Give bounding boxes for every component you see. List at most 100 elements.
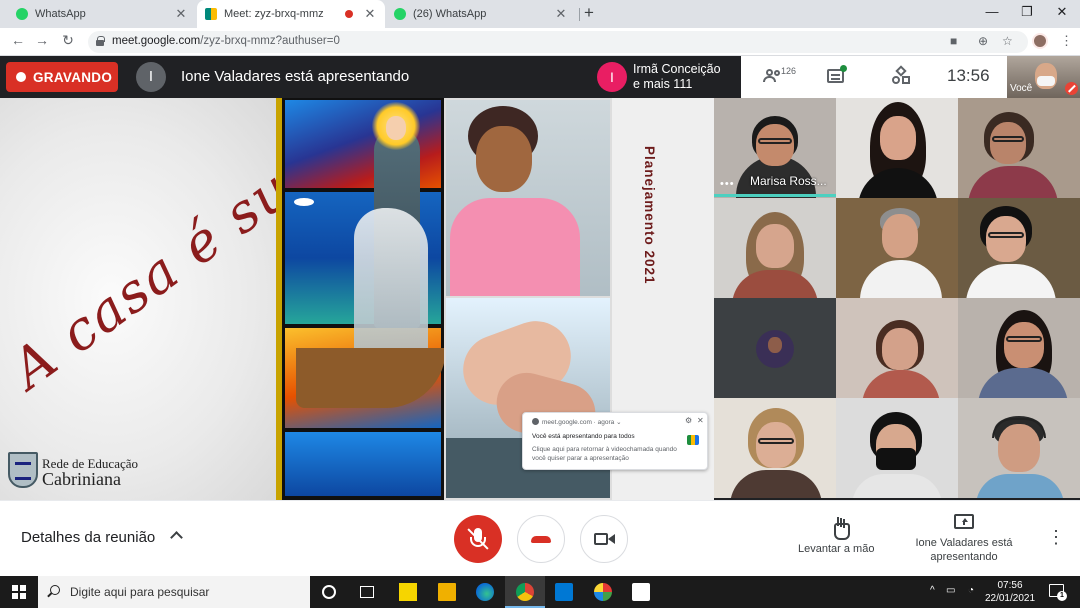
active-speaker-border xyxy=(714,194,836,197)
gear-icon[interactable]: ⚙ xyxy=(685,416,692,425)
activities-icon[interactable] xyxy=(892,65,910,85)
meeting-details-button[interactable]: Detalhes da reunião xyxy=(21,529,155,546)
store-icon[interactable] xyxy=(632,583,650,601)
edge-icon[interactable] xyxy=(476,583,494,601)
battery-icon[interactable]: ▭ xyxy=(946,585,955,596)
taskbar-clock[interactable]: 07:56 22/01/2021 xyxy=(982,579,1038,605)
raise-hand-icon[interactable] xyxy=(832,517,850,540)
tab-separator xyxy=(579,8,580,21)
video-tile[interactable] xyxy=(714,298,836,398)
bookmark-star-icon[interactable]: ☆ xyxy=(1002,34,1013,48)
notification-source: meet.google.com · agora ⌄ xyxy=(542,419,622,426)
tile-body xyxy=(978,368,1068,398)
tile-body xyxy=(858,168,938,198)
profile-avatar[interactable] xyxy=(1032,33,1048,49)
tile-face xyxy=(756,124,794,166)
video-tile[interactable] xyxy=(836,98,958,198)
video-tile[interactable] xyxy=(836,198,958,298)
speaker-label: Irmã Conceição e mais 111 xyxy=(633,62,721,92)
logo-line2: Cabriniana xyxy=(42,469,121,489)
close-tab-icon[interactable]: ✕ xyxy=(174,6,188,22)
task-view-icon[interactable] xyxy=(360,586,374,598)
photo-body xyxy=(450,198,580,296)
recording-badge[interactable]: GRAVANDO xyxy=(6,62,118,92)
notification-header: meet.google.com · agora ⌄ xyxy=(532,418,622,426)
video-tile[interactable] xyxy=(836,298,958,398)
zoom-icon[interactable]: ⊕ xyxy=(978,34,988,48)
video-tile[interactable] xyxy=(958,398,1080,498)
photo-woman xyxy=(446,100,610,296)
tab-whatsapp-2[interactable]: (26) WhatsApp ✕ xyxy=(386,0,576,28)
back-arrow-icon[interactable]: ← xyxy=(8,32,28,48)
hang-up-icon xyxy=(531,536,551,543)
minimize-icon[interactable]: — xyxy=(977,4,1007,19)
notification-count-badge: 1 xyxy=(1057,591,1067,601)
video-tile[interactable] xyxy=(714,198,836,298)
presenter-avatar: I xyxy=(136,62,166,92)
search-placeholder: Digite aqui para pesquisar xyxy=(70,585,210,599)
tile-body xyxy=(976,474,1064,498)
people-icon[interactable] xyxy=(763,69,781,83)
close-window-icon[interactable]: ✕ xyxy=(1047,4,1077,20)
forward-arrow-icon[interactable]: → xyxy=(32,32,52,48)
tab-whatsapp[interactable]: WhatsApp ✕ xyxy=(8,0,196,28)
tab-title: WhatsApp xyxy=(35,8,86,20)
whatsapp-icon xyxy=(394,8,406,20)
video-tile[interactable] xyxy=(836,398,958,498)
close-icon[interactable]: ✕ xyxy=(697,416,704,425)
chat-unread-badge xyxy=(840,65,847,72)
self-view[interactable]: Você xyxy=(1007,56,1080,98)
video-tile[interactable] xyxy=(958,198,1080,298)
record-dot-icon xyxy=(16,72,26,82)
chrome-icon[interactable] xyxy=(516,583,534,601)
tile-body xyxy=(860,260,942,298)
tile-glasses xyxy=(988,232,1024,238)
taskbar-search-box[interactable]: Digite aqui para pesquisar xyxy=(38,576,310,608)
video-tile[interactable] xyxy=(958,298,1080,398)
raise-hand-label[interactable]: Levantar a mão xyxy=(798,543,874,555)
more-options-icon[interactable]: ⋮ xyxy=(1047,527,1065,548)
leave-call-button[interactable] xyxy=(517,515,565,563)
reload-icon[interactable]: ↻ xyxy=(58,32,78,49)
screen: WhatsApp ✕ Meet: zyz-brxq-mmz ✕ (26) Wha… xyxy=(0,0,1080,608)
wifi-icon[interactable]: ◔ xyxy=(968,585,974,596)
cortana-icon[interactable] xyxy=(322,585,336,599)
lock-icon xyxy=(96,36,105,46)
tab-meet[interactable]: Meet: zyz-brxq-mmz ✕ xyxy=(197,0,385,28)
video-tile[interactable]: ••• Marisa Ross... xyxy=(714,98,836,198)
windows-start-icon[interactable] xyxy=(12,585,26,599)
mic-off-icon xyxy=(1065,82,1078,95)
video-tile[interactable] xyxy=(714,398,836,498)
self-mask xyxy=(1037,76,1055,86)
browser-toolbar: ← → ↻ meet.google.com/zyz-brxq-mmz?authu… xyxy=(0,28,1080,56)
tile-glasses xyxy=(758,138,792,144)
new-tab-button[interactable]: + xyxy=(584,3,594,23)
self-label: Você xyxy=(1010,83,1033,94)
participant-count: 126 xyxy=(781,66,797,76)
video-tile[interactable] xyxy=(958,98,1080,198)
mic-toggle-button[interactable] xyxy=(454,515,502,563)
more-options-icon[interactable]: ••• xyxy=(720,178,735,190)
camera-indicator-icon[interactable]: ■ xyxy=(950,34,957,48)
close-tab-icon[interactable]: ✕ xyxy=(363,6,377,22)
presenting-notification[interactable]: meet.google.com · agora ⌄ ⚙ ✕ Você está … xyxy=(522,412,708,470)
paint-icon[interactable] xyxy=(594,583,612,601)
presenting-label[interactable]: Ione Valadares está apresentando xyxy=(906,536,1022,564)
present-screen-icon[interactable] xyxy=(954,514,974,529)
close-tab-icon[interactable]: ✕ xyxy=(554,6,568,22)
site-icon xyxy=(532,418,539,425)
browser-menu-icon[interactable]: ⋮ xyxy=(1060,33,1073,49)
speaker-name: Irmã Conceição xyxy=(633,62,721,76)
camera-toggle-button[interactable] xyxy=(580,515,628,563)
sticky-notes-icon[interactable] xyxy=(399,583,417,601)
tile-body xyxy=(852,474,942,498)
address-bar[interactable]: meet.google.com/zyz-brxq-mmz?authuser=0 … xyxy=(88,31,1028,53)
mail-icon[interactable] xyxy=(555,583,573,601)
url-host: meet.google.com xyxy=(112,35,201,47)
chevron-up-icon[interactable] xyxy=(170,531,183,544)
speaker-avatar: I xyxy=(597,62,627,92)
maximize-icon[interactable]: ❐ xyxy=(1012,4,1042,20)
tile-glasses xyxy=(1006,336,1042,342)
file-explorer-icon[interactable] xyxy=(438,583,456,601)
show-hidden-icons[interactable]: ^ xyxy=(930,585,935,596)
